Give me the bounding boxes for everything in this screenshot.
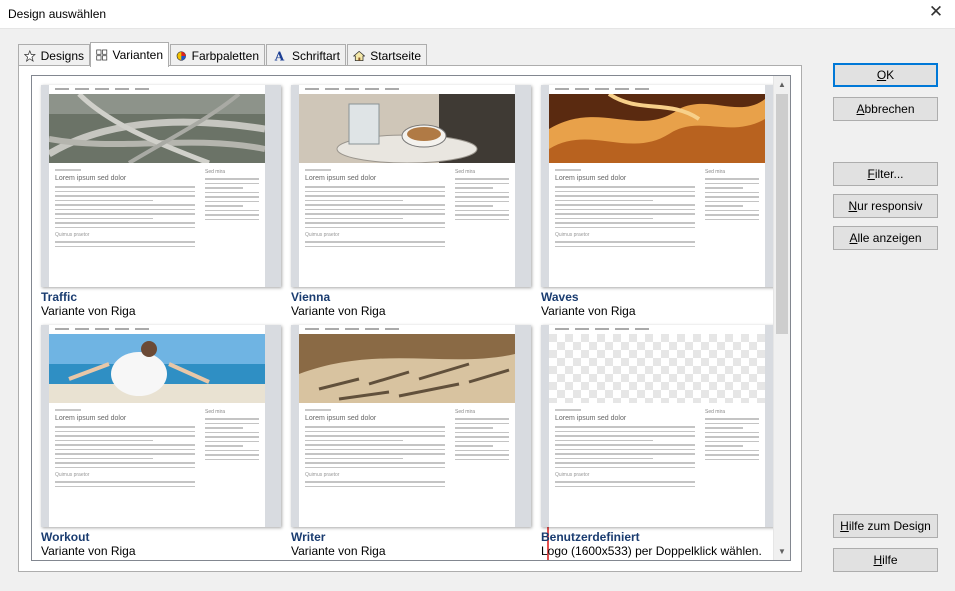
tab-label: Farbpaletten [191, 48, 259, 63]
design-thumbnail: Lorem ipsum sed dolor Quimus praetor Sed… [541, 325, 781, 527]
design-name: Waves [541, 290, 579, 304]
thumb-heading: Lorem ipsum sed dolor [555, 175, 627, 182]
thumb-side-heading: Sed mira [705, 169, 726, 175]
scroll-up-arrow-icon[interactable]: ▲ [774, 76, 790, 93]
tab-farbpaletten[interactable]: Farbpaletten [170, 44, 265, 66]
design-subtitle: Variante von Riga [41, 304, 136, 318]
design-name: Writer [291, 530, 326, 544]
tab-startseite[interactable]: Startseite [347, 44, 427, 66]
varianten-tab-panel: Lorem ipsum sed dolor Quimus praetor Sed… [18, 65, 802, 572]
thumb-heading: Lorem ipsum sed dolor [305, 415, 377, 422]
hero-image-highway [49, 94, 265, 163]
hero-image-coffee [299, 94, 515, 163]
window-title: Design auswählen [8, 7, 107, 21]
thumb-side-heading: Sed mira [205, 409, 226, 415]
filter-button[interactable]: Filter... [833, 162, 938, 186]
thumb-side-heading: Sed mira [205, 169, 226, 175]
font-icon: A [274, 49, 285, 63]
design-thumbnail: Lorem ipsum sed dolor Quimus praetor Sed… [541, 85, 781, 287]
thumb-subheading: Quimus praetor [55, 232, 90, 238]
design-subtitle: Variante von Riga [41, 544, 136, 558]
hero-image-placeholder [549, 334, 765, 403]
design-subtitle: Variante von Riga [291, 544, 386, 558]
tab-label: Startseite [370, 48, 421, 63]
thumb-side-heading: Sed mira [705, 409, 726, 415]
scrollbar-thumb[interactable] [776, 94, 788, 334]
scroll-down-arrow-icon[interactable]: ▼ [774, 543, 790, 560]
thumb-heading: Lorem ipsum sed dolor [305, 175, 377, 182]
thumb-subheading: Quimus praetor [555, 232, 590, 238]
design-thumbnail: Lorem ipsum sed dolor Quimus praetor Sed… [41, 85, 281, 287]
design-card-workout[interactable]: Lorem ipsum sed dolor Quimus praetor Sed… [41, 325, 281, 560]
close-icon[interactable]: ✕ [927, 3, 945, 21]
design-card-traffic[interactable]: Lorem ipsum sed dolor Quimus praetor Sed… [41, 85, 281, 330]
design-thumbnail: Lorem ipsum sed dolor Quimus praetor Sed… [291, 85, 531, 287]
design-card-waves[interactable]: Lorem ipsum sed dolor Quimus praetor Sed… [541, 85, 781, 330]
design-card-writer[interactable]: Lorem ipsum sed dolor Quimus praetor Sed… [291, 325, 531, 560]
hero-image-beach [49, 334, 265, 403]
design-thumbnail: Lorem ipsum sed dolor Quimus praetor Sed… [291, 325, 531, 527]
thumb-side-heading: Sed mira [455, 169, 476, 175]
design-gallery[interactable]: Lorem ipsum sed dolor Quimus praetor Sed… [31, 75, 791, 561]
color-palette-icon [176, 50, 186, 61]
tab-varianten[interactable]: Varianten [90, 42, 169, 67]
thumb-subheading: Quimus praetor [305, 232, 340, 238]
hero-image-paper [299, 334, 515, 403]
design-name: Traffic [41, 290, 78, 304]
help-button[interactable]: Hilfe [833, 548, 938, 572]
design-subtitle: Logo (1600x533) per Doppelklick wählen. [541, 544, 762, 558]
design-name: Workout [41, 530, 90, 544]
thumb-heading: Lorem ipsum sed dolor [55, 175, 127, 182]
hero-image-canyon [549, 94, 765, 163]
thumb-subheading: Quimus praetor [55, 472, 90, 478]
home-icon [353, 50, 366, 61]
design-name: Vienna [291, 290, 331, 304]
star-icon [24, 49, 36, 62]
thumb-side-heading: Sed mira [455, 409, 476, 415]
design-card-vienna[interactable]: Lorem ipsum sed dolor Quimus praetor Sed… [291, 85, 531, 330]
design-help-button[interactable]: Hilfe zum Design [833, 514, 938, 538]
responsive-only-button[interactable]: Nur responsiv [833, 194, 938, 218]
vertical-scrollbar[interactable]: ▲ ▼ [773, 76, 790, 560]
thumb-heading: Lorem ipsum sed dolor [555, 415, 627, 422]
ok-button[interactable]: OK [833, 63, 938, 87]
tab-schriftart[interactable]: A Schriftart [266, 44, 346, 66]
tab-label: Varianten [112, 48, 163, 62]
cancel-button[interactable]: Abbrechen [833, 97, 938, 121]
svg-text:A: A [274, 49, 285, 63]
tab-label: Designs [40, 48, 84, 63]
tab-designs[interactable]: Designs [18, 44, 90, 66]
thumb-heading: Lorem ipsum sed dolor [55, 415, 127, 422]
show-all-button[interactable]: Alle anzeigen [833, 226, 938, 250]
design-subtitle: Variante von Riga [541, 304, 636, 318]
design-card-benutzerdefiniert[interactable]: Lorem ipsum sed dolor Quimus praetor Sed… [541, 325, 781, 560]
grid-icon [96, 49, 108, 61]
thumb-subheading: Quimus praetor [305, 472, 340, 478]
tab-label: Schriftart [291, 48, 340, 63]
design-name: Benutzerdefiniert [541, 530, 640, 544]
thumb-subheading: Quimus praetor [555, 472, 590, 478]
title-bar: Design auswählen ✕ [0, 0, 955, 28]
design-thumbnail: Lorem ipsum sed dolor Quimus praetor Sed… [41, 325, 281, 527]
design-subtitle: Variante von Riga [291, 304, 386, 318]
